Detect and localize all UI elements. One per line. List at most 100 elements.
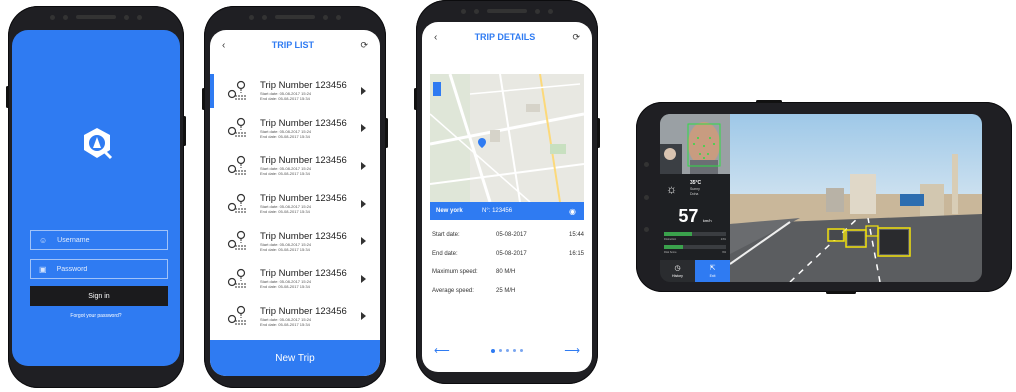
trip-info: Trip Number 123456 Start date: 05-08-2017… [260,231,361,252]
trip-map[interactable] [430,74,584,202]
phone-top-sensors [204,6,386,28]
trip-details-screen: ‹ TRIP DETAILS ⟳ New york N°: 123456 ◉ S… [422,22,592,372]
end-time-value: 16:15 [568,251,584,257]
max-speed-label: Maximum speed: [432,269,478,275]
risk-label-row: Risk Score 9% [664,251,726,254]
password-input[interactable] [56,265,157,273]
trip-list: Trip Number 123456 Start date: 05-08-2017… [210,72,380,335]
chevron-right-icon[interactable] [361,199,366,208]
chevron-right-icon[interactable] [361,124,366,133]
trip-end: End date: 05-08-2017 15:34 [260,96,310,102]
trip-list-item[interactable]: Trip Number 123456 Start date: 05-08-2017… [210,298,380,336]
driving-phone: ☼ 35°C Sunny Doha 57 km/h Distraction 23… [636,100,1012,294]
map-pin-icon [478,138,486,148]
sun-icon: ☼ [666,182,677,196]
history-button[interactable]: ◷ History [660,260,695,282]
phone-side-sensors [644,162,649,232]
distraction-meter [664,232,726,236]
avg-speed-label: Average speed: [432,288,474,294]
location-name: New york [436,208,463,214]
trip-end: End date: 05-08-2017 15:34 [260,284,310,290]
arrow-left-icon[interactable]: ⟵ [434,344,450,357]
distraction-label-row: Distraction 23% [664,238,726,241]
arrow-right-icon[interactable]: ⟶ [564,344,580,357]
risk-meter [664,245,726,249]
max-speed-value: 80 M/H [496,269,516,275]
route-icon [227,306,246,325]
new-trip-button[interactable]: New Trip [210,340,380,376]
trip-list-item[interactable]: Trip Number 123456 Start date: 05-08-2017… [210,110,380,148]
refresh-icon[interactable]: ⟳ [572,32,580,43]
location-pin-icon[interactable]: ◉ [569,207,576,216]
trip-name: Trip Number 123456 [260,117,347,129]
page-title: TRIP DETAILS [474,32,536,42]
phone-top-sensors [8,6,184,28]
driving-screen: ☼ 35°C Sunny Doha 57 km/h Distraction 23… [660,114,982,282]
route-icon [227,80,246,100]
exit-icon: ⇱ [709,265,716,272]
sign-in-button[interactable]: Sign in [30,286,168,306]
exit-label: Exit [709,274,716,278]
trip-details-phone: ‹ TRIP DETAILS ⟳ New york N°: 123456 ◉ S… [414,0,600,384]
driver-face-camera [660,114,730,174]
location-bar: New york N°: 123456 ◉ [430,202,584,220]
distraction-label: Distraction [664,238,677,241]
history-icon: ◷ [674,265,681,272]
speed-value: 57 [678,206,699,226]
exit-button[interactable]: ⇱ Exit [695,260,730,282]
trip-list-item[interactable]: Trip Number 123456 Start date: 05-08-2017… [210,260,380,298]
page-title: TRIP LIST [271,40,315,50]
route-icon [227,193,246,213]
page-dot[interactable] [499,349,502,352]
back-icon[interactable]: ‹ [222,40,225,51]
weather-city: Doha [690,192,699,196]
trip-end: End date: 05-08-2017 15:34 [260,321,310,327]
risk-label: Risk Score [664,251,677,254]
start-date-row: Start date: 05-08-2017 15:44 [432,232,584,238]
username-field[interactable]: ☺ [30,230,168,250]
end-date-row: End date: 05-08-2017 16:15 [432,251,584,257]
back-icon[interactable]: ‹ [434,32,437,43]
trip-end: End date: 05-08-2017 15:34 [260,209,310,215]
page-dot[interactable] [506,349,509,352]
trip-name: Trip Number 123456 [260,305,347,317]
trip-info: Trip Number 123456 Start date: 05-08-2017… [260,118,361,139]
page-dot[interactable] [491,348,495,353]
page-dots [491,348,523,353]
trip-end: End date: 05-08-2017 15:34 [260,171,310,177]
trip-list-item[interactable]: Trip Number 123456 Start date: 05-08-2017… [210,222,380,260]
username-input[interactable] [57,236,158,244]
zoom-control[interactable] [433,82,441,96]
page-dot[interactable] [513,349,516,352]
speed-unit: km/h [702,218,712,223]
chevron-right-icon[interactable] [361,161,366,170]
trip-list-header: ‹ TRIP LIST ⟳ [210,30,380,60]
trip-end: End date: 05-08-2017 15:34 [260,246,310,252]
temperature: 35°C [690,180,702,186]
map-roads-image [430,74,584,202]
road-camera-view [730,114,982,282]
trip-list-item[interactable]: Trip Number 123456 Start date: 05-08-2017… [210,185,380,223]
password-field[interactable]: ▣ [30,259,168,279]
distraction-value: 23% [720,238,726,241]
speedometer: 57 km/h [660,206,730,227]
trip-info: Trip Number 123456 Start date: 05-08-2017… [260,80,361,101]
refresh-icon[interactable]: ⟳ [360,40,368,51]
trip-list-item[interactable]: Trip Number 123456 Start date: 05-08-2017… [210,147,380,185]
trip-info: Trip Number 123456 Start date: 05-08-2017… [260,193,361,214]
start-date-value: 05-08-2017 [496,232,527,238]
start-time-value: 15:44 [568,232,584,238]
page-dot[interactable] [520,349,523,352]
driving-action-bar: ◷ History ⇱ Exit [660,260,730,282]
chevron-right-icon[interactable] [361,86,366,95]
chevron-right-icon[interactable] [361,312,366,321]
trip-name: Trip Number 123456 [260,230,347,242]
end-date-label: End date: [432,251,458,257]
forgot-password-link[interactable]: Forgot your password? [12,313,180,319]
trip-list-item[interactable]: Trip Number 123456 Start date: 05-08-2017… [210,72,380,110]
chevron-right-icon[interactable] [361,274,366,283]
trip-number: N°: 123456 [482,208,513,214]
trip-name: Trip Number 123456 [260,155,347,167]
route-icon [227,155,246,175]
chevron-right-icon[interactable] [361,237,366,246]
